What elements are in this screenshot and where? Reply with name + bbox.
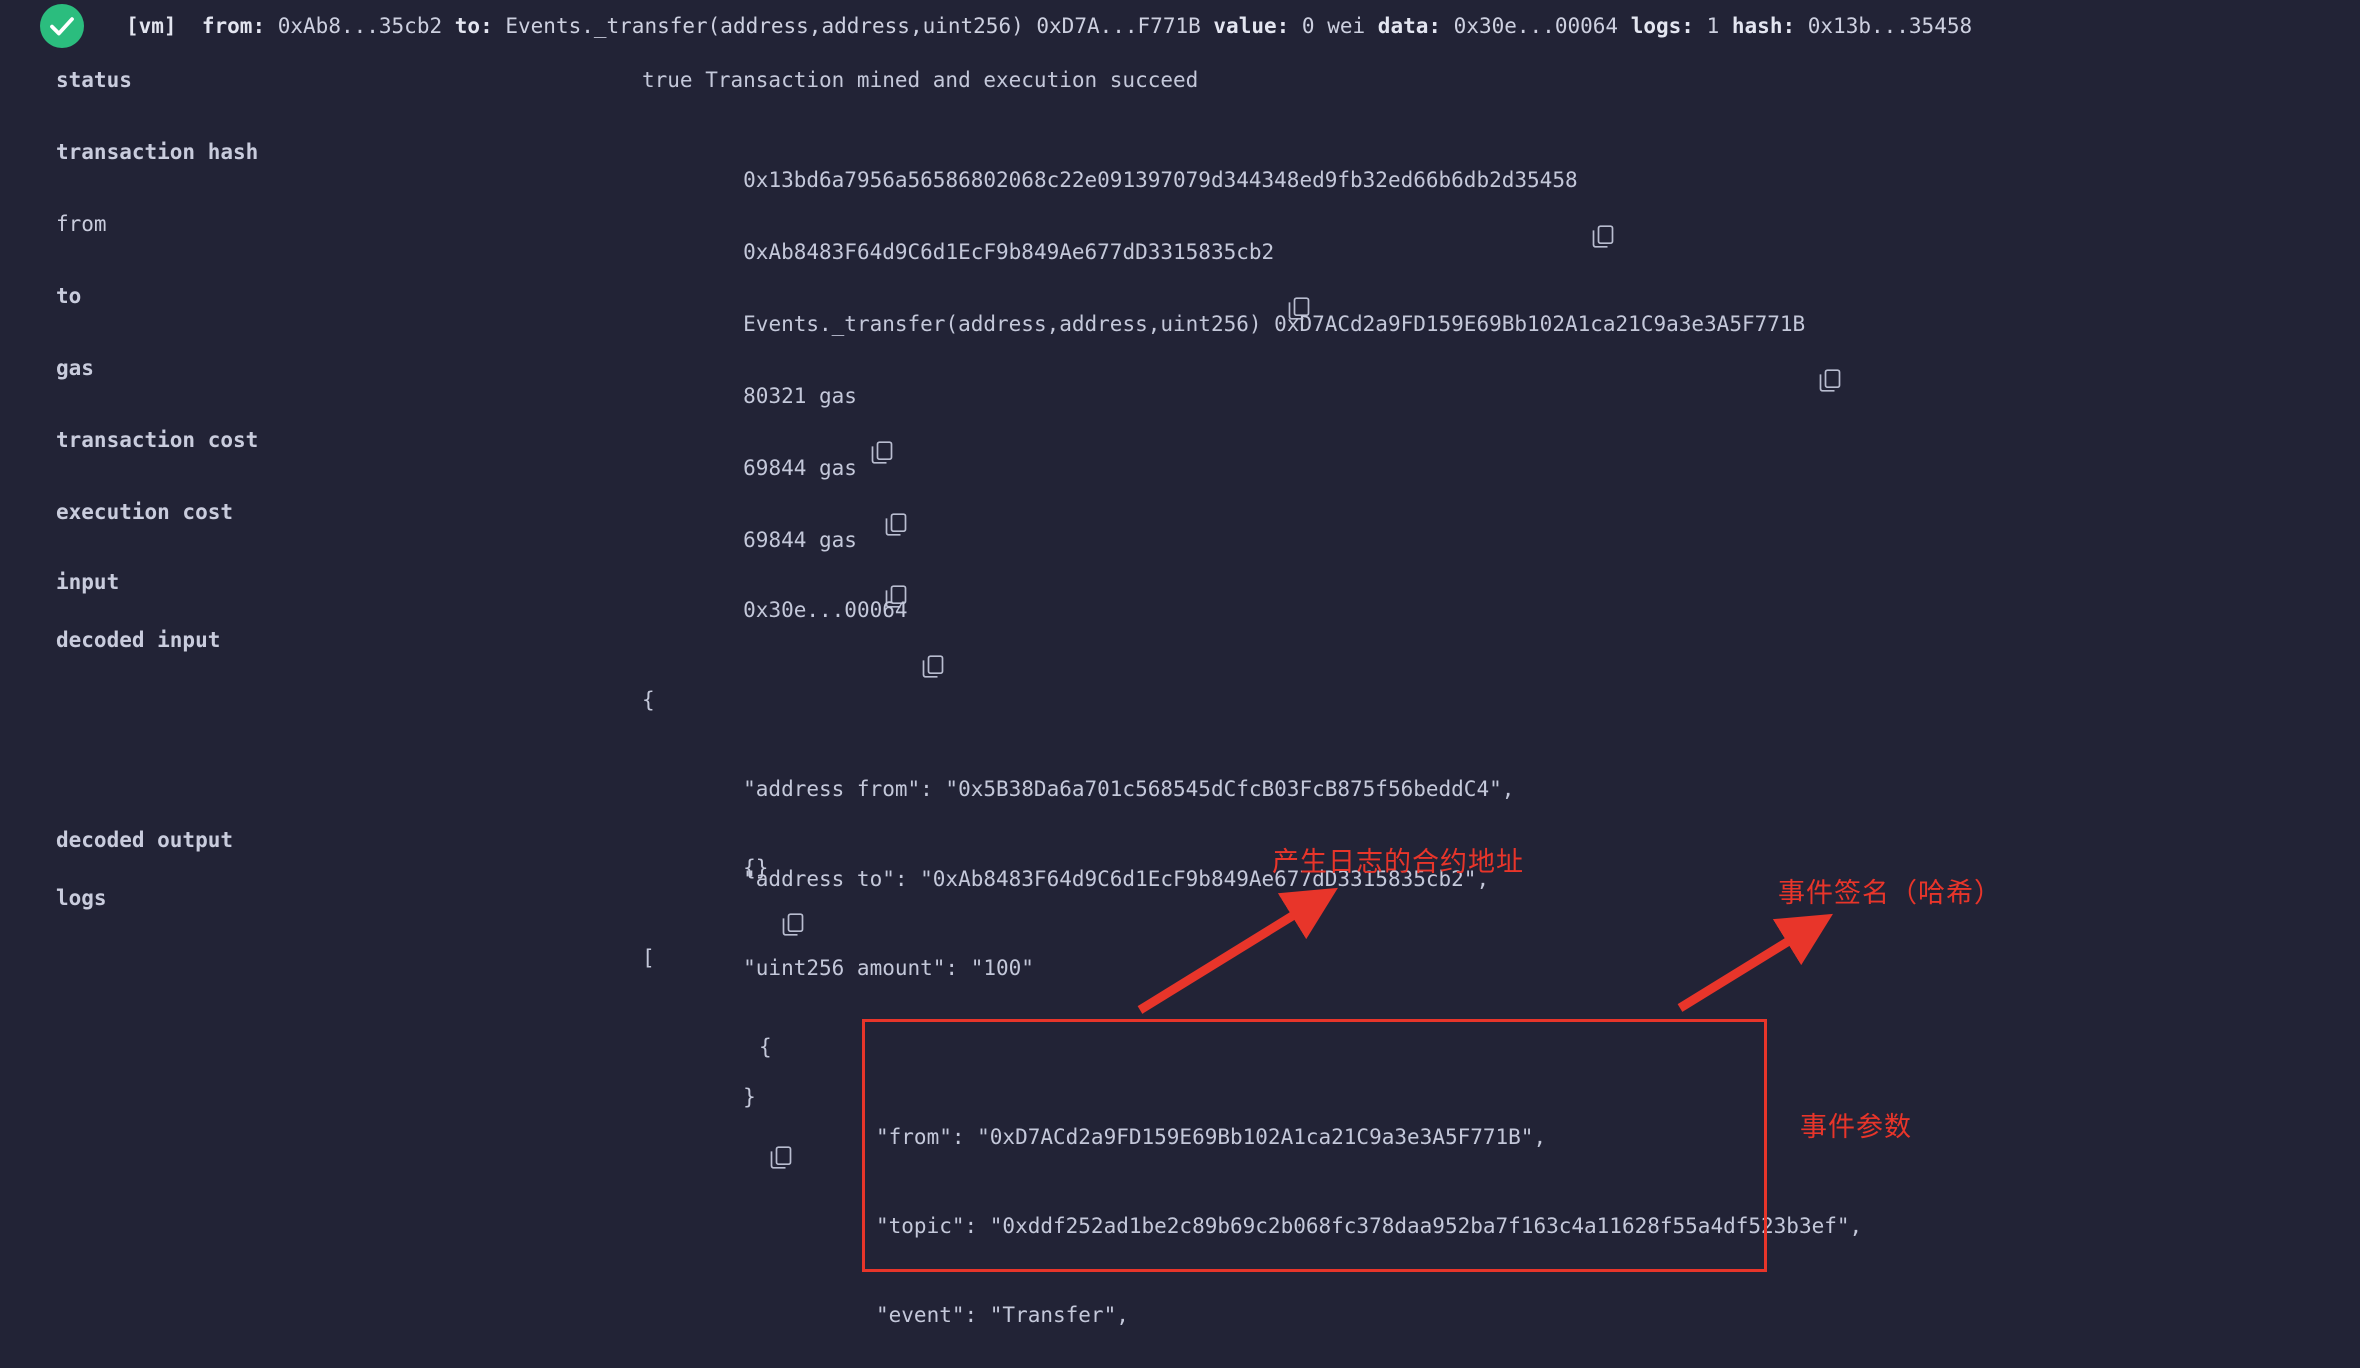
table-row-transaction-hash: transaction hash 0x13bd6a7956a5658680206… xyxy=(0,124,2360,248)
logs-line-event: "event": "Transfer", xyxy=(876,1303,1129,1328)
copy-icon[interactable] xyxy=(871,385,893,464)
row-label-logs: logs xyxy=(56,886,107,910)
copy-icon[interactable] xyxy=(885,457,907,536)
header-logs-value: 1 xyxy=(1706,13,1720,38)
header-value-value: 0 wei xyxy=(1301,13,1366,38)
copy-icon[interactable] xyxy=(1288,241,1310,320)
row-label-to: to xyxy=(56,284,82,308)
header-from-label: from: xyxy=(201,13,266,38)
check-circle-icon xyxy=(40,4,84,48)
row-label-transaction-cost: transaction cost xyxy=(56,428,259,452)
annotation-event-args: 事件参数 xyxy=(1800,1112,1912,1143)
decoded-input-line: "address from": "0x5B38Da6a701c568545dCf… xyxy=(642,777,1515,802)
logs-open-brace: { xyxy=(759,1035,772,1060)
copy-icon[interactable] xyxy=(1819,313,1841,392)
annotation-event-signature: 事件签名（哈希） xyxy=(1778,878,2002,909)
row-label-decoded-input: decoded input xyxy=(56,628,221,652)
row-label-gas: gas xyxy=(56,356,94,380)
copy-icon[interactable] xyxy=(922,599,944,678)
header-to-value: Events._transfer(address,address,uint256… xyxy=(505,13,1201,38)
header-from-value: 0xAb8...35cb2 xyxy=(277,13,443,38)
transaction-summary: [vm] from: 0xAb8...35cb2 to: Events._tra… xyxy=(126,12,1972,40)
vm-tag: [vm] xyxy=(126,13,177,38)
header-to-label: to: xyxy=(454,13,493,38)
receipt-table: status true Transaction mined and execut… xyxy=(0,52,2360,1368)
row-label-decoded-output: decoded output xyxy=(56,828,234,852)
transaction-cost-text: 69844 gas xyxy=(743,456,857,481)
execution-cost-text: 69844 gas xyxy=(743,528,857,553)
table-row-decoded-input: decoded input { "address from": "0x5B38D… xyxy=(0,614,2360,1169)
header-hash-value: 0x13b...35458 xyxy=(1807,13,1973,38)
from-address-text: 0xAb8483F64d9C6d1EcF9b849Ae677dD3315835c… xyxy=(743,240,1275,265)
row-label-transaction-hash: transaction hash xyxy=(56,140,259,164)
copy-icon[interactable] xyxy=(1592,169,1614,248)
row-value-status: true Transaction mined and execution suc… xyxy=(642,68,1199,92)
header-hash-label: hash: xyxy=(1731,13,1796,38)
header-data-value: 0x30e...00064 xyxy=(1453,13,1619,38)
header-data-label: data: xyxy=(1377,13,1442,38)
table-row-status: status true Transaction mined and execut… xyxy=(0,52,2360,124)
header-value-label: value: xyxy=(1213,13,1290,38)
logs-open-bracket: [ xyxy=(642,945,655,970)
row-value-logs: [ { "from": "0xD7ACd2a9FD159E69Bb102A1ca… xyxy=(642,884,2360,1368)
decoded-input-open-brace: { xyxy=(642,687,655,712)
copy-icon[interactable] xyxy=(782,857,804,936)
table-row-logs: logs [ { "from": "0xD7ACd2a9FD159E69Bb10… xyxy=(0,872,2360,1368)
copy-icon[interactable] xyxy=(885,529,907,608)
decoded-output-text: {} xyxy=(743,856,769,881)
logs-line-from: "from": "0xD7ACd2a9FD159E69Bb102A1ca21C9… xyxy=(876,1124,1547,1149)
transaction-header[interactable]: [vm] from: 0xAb8...35cb2 to: Events._tra… xyxy=(0,0,2360,52)
row-label-input: input xyxy=(56,570,120,594)
transaction-hash-text: 0x13bd6a7956a56586802068c22e091397079d34… xyxy=(743,168,1578,193)
row-label-from: from xyxy=(56,212,107,236)
row-label-execution-cost: execution cost xyxy=(56,500,234,524)
header-logs-label: logs: xyxy=(1630,13,1694,38)
row-label-status: status xyxy=(56,68,132,92)
annotation-contract-address: 产生日志的合约地址 xyxy=(1272,847,1524,878)
logs-line-topic: "topic": "0xddf252ad1be2c89b69c2b068fc37… xyxy=(876,1213,1863,1238)
input-text: 0x30e...00064 xyxy=(743,598,908,623)
gas-text: 80321 gas xyxy=(743,384,857,409)
to-address-text: Events._transfer(address,address,uint256… xyxy=(743,312,1806,337)
